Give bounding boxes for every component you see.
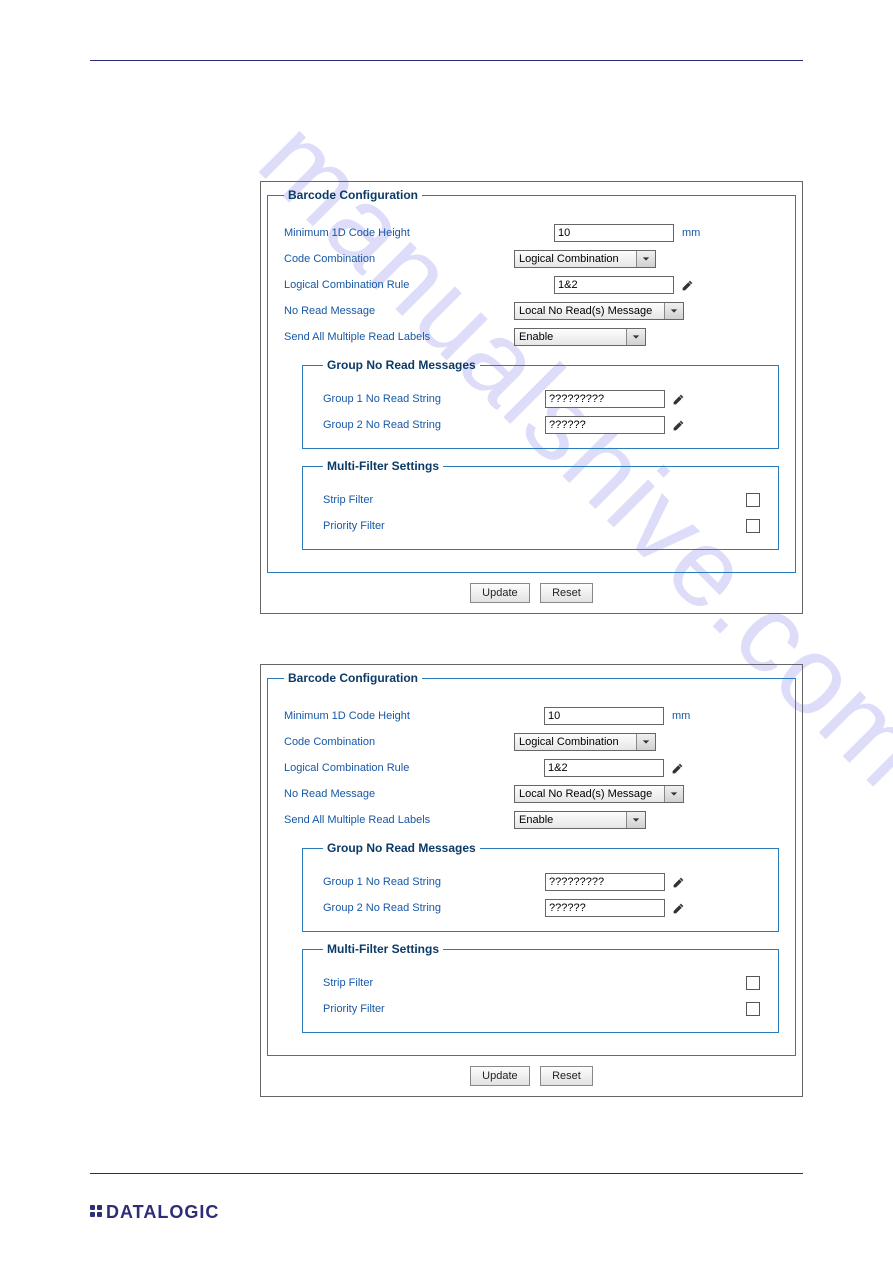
label-priority-filter: Priority Filter bbox=[323, 1003, 523, 1015]
label-min-1d-height: Minimum 1D Code Height bbox=[284, 710, 514, 722]
label-min-1d-height: Minimum 1D Code Height bbox=[284, 227, 514, 239]
label-logical-combination-rule: Logical Combination Rule bbox=[284, 762, 514, 774]
group1-no-read-string-input[interactable] bbox=[545, 873, 665, 891]
label-group2-no-read-string: Group 2 No Read String bbox=[323, 419, 545, 431]
group2-no-read-string-input[interactable] bbox=[545, 899, 665, 917]
priority-filter-checkbox[interactable] bbox=[746, 519, 760, 533]
chevron-down-icon bbox=[636, 251, 655, 267]
label-logical-combination-rule: Logical Combination Rule bbox=[284, 279, 514, 291]
label-no-read-message: No Read Message bbox=[284, 305, 514, 317]
send-all-labels-select[interactable]: Enable bbox=[514, 328, 646, 346]
pencil-icon[interactable] bbox=[671, 901, 685, 915]
barcode-config-panel-2: Barcode Configuration Minimum 1D Code He… bbox=[260, 664, 803, 1097]
pencil-icon[interactable] bbox=[670, 761, 684, 775]
priority-filter-checkbox[interactable] bbox=[746, 1002, 760, 1016]
label-no-read-message: No Read Message bbox=[284, 788, 514, 800]
label-group2-no-read-string: Group 2 No Read String bbox=[323, 902, 545, 914]
no-read-message-select[interactable]: Local No Read(s) Message bbox=[514, 302, 684, 320]
datalogic-logo: DATALOGIC bbox=[90, 1202, 219, 1223]
group-no-read-messages-title: Group No Read Messages bbox=[323, 358, 480, 372]
label-send-all-multiple-read-labels: Send All Multiple Read Labels bbox=[284, 331, 514, 343]
label-strip-filter: Strip Filter bbox=[323, 494, 523, 506]
label-code-combination: Code Combination bbox=[284, 736, 514, 748]
panel-title: Barcode Configuration bbox=[284, 188, 422, 202]
header-divider bbox=[90, 60, 803, 61]
panel-title: Barcode Configuration bbox=[284, 671, 422, 685]
unit-mm: mm bbox=[672, 710, 690, 722]
send-all-labels-select[interactable]: Enable bbox=[514, 811, 646, 829]
update-button[interactable]: Update bbox=[470, 583, 529, 603]
code-combination-select[interactable]: Logical Combination bbox=[514, 250, 656, 268]
min-1d-height-input[interactable] bbox=[544, 707, 664, 725]
label-send-all-multiple-read-labels: Send All Multiple Read Labels bbox=[284, 814, 514, 826]
no-read-message-select[interactable]: Local No Read(s) Message bbox=[514, 785, 684, 803]
pencil-icon[interactable] bbox=[671, 418, 685, 432]
group-no-read-messages-title: Group No Read Messages bbox=[323, 841, 480, 855]
label-group1-no-read-string: Group 1 No Read String bbox=[323, 393, 545, 405]
logo-icon bbox=[90, 1205, 104, 1219]
min-1d-height-input[interactable] bbox=[554, 224, 674, 242]
label-priority-filter: Priority Filter bbox=[323, 520, 523, 532]
group2-no-read-string-input[interactable] bbox=[545, 416, 665, 434]
reset-button[interactable]: Reset bbox=[540, 1066, 593, 1086]
multi-filter-settings-title: Multi-Filter Settings bbox=[323, 942, 443, 956]
pencil-icon[interactable] bbox=[671, 875, 685, 889]
reset-button[interactable]: Reset bbox=[540, 583, 593, 603]
pencil-icon[interactable] bbox=[680, 278, 694, 292]
label-strip-filter: Strip Filter bbox=[323, 977, 523, 989]
strip-filter-checkbox[interactable] bbox=[746, 493, 760, 507]
label-code-combination: Code Combination bbox=[284, 253, 514, 265]
chevron-down-icon bbox=[664, 786, 683, 802]
update-button[interactable]: Update bbox=[470, 1066, 529, 1086]
strip-filter-checkbox[interactable] bbox=[746, 976, 760, 990]
chevron-down-icon bbox=[626, 329, 645, 345]
footer-divider bbox=[90, 1173, 803, 1174]
chevron-down-icon bbox=[636, 734, 655, 750]
logical-combination-rule-input[interactable] bbox=[554, 276, 674, 294]
label-group1-no-read-string: Group 1 No Read String bbox=[323, 876, 545, 888]
logical-combination-rule-input[interactable] bbox=[544, 759, 664, 777]
code-combination-select[interactable]: Logical Combination bbox=[514, 733, 656, 751]
chevron-down-icon bbox=[664, 303, 683, 319]
multi-filter-settings-title: Multi-Filter Settings bbox=[323, 459, 443, 473]
pencil-icon[interactable] bbox=[671, 392, 685, 406]
unit-mm: mm bbox=[682, 227, 700, 239]
chevron-down-icon bbox=[626, 812, 645, 828]
barcode-config-panel-1: Barcode Configuration Minimum 1D Code He… bbox=[260, 181, 803, 614]
group1-no-read-string-input[interactable] bbox=[545, 390, 665, 408]
